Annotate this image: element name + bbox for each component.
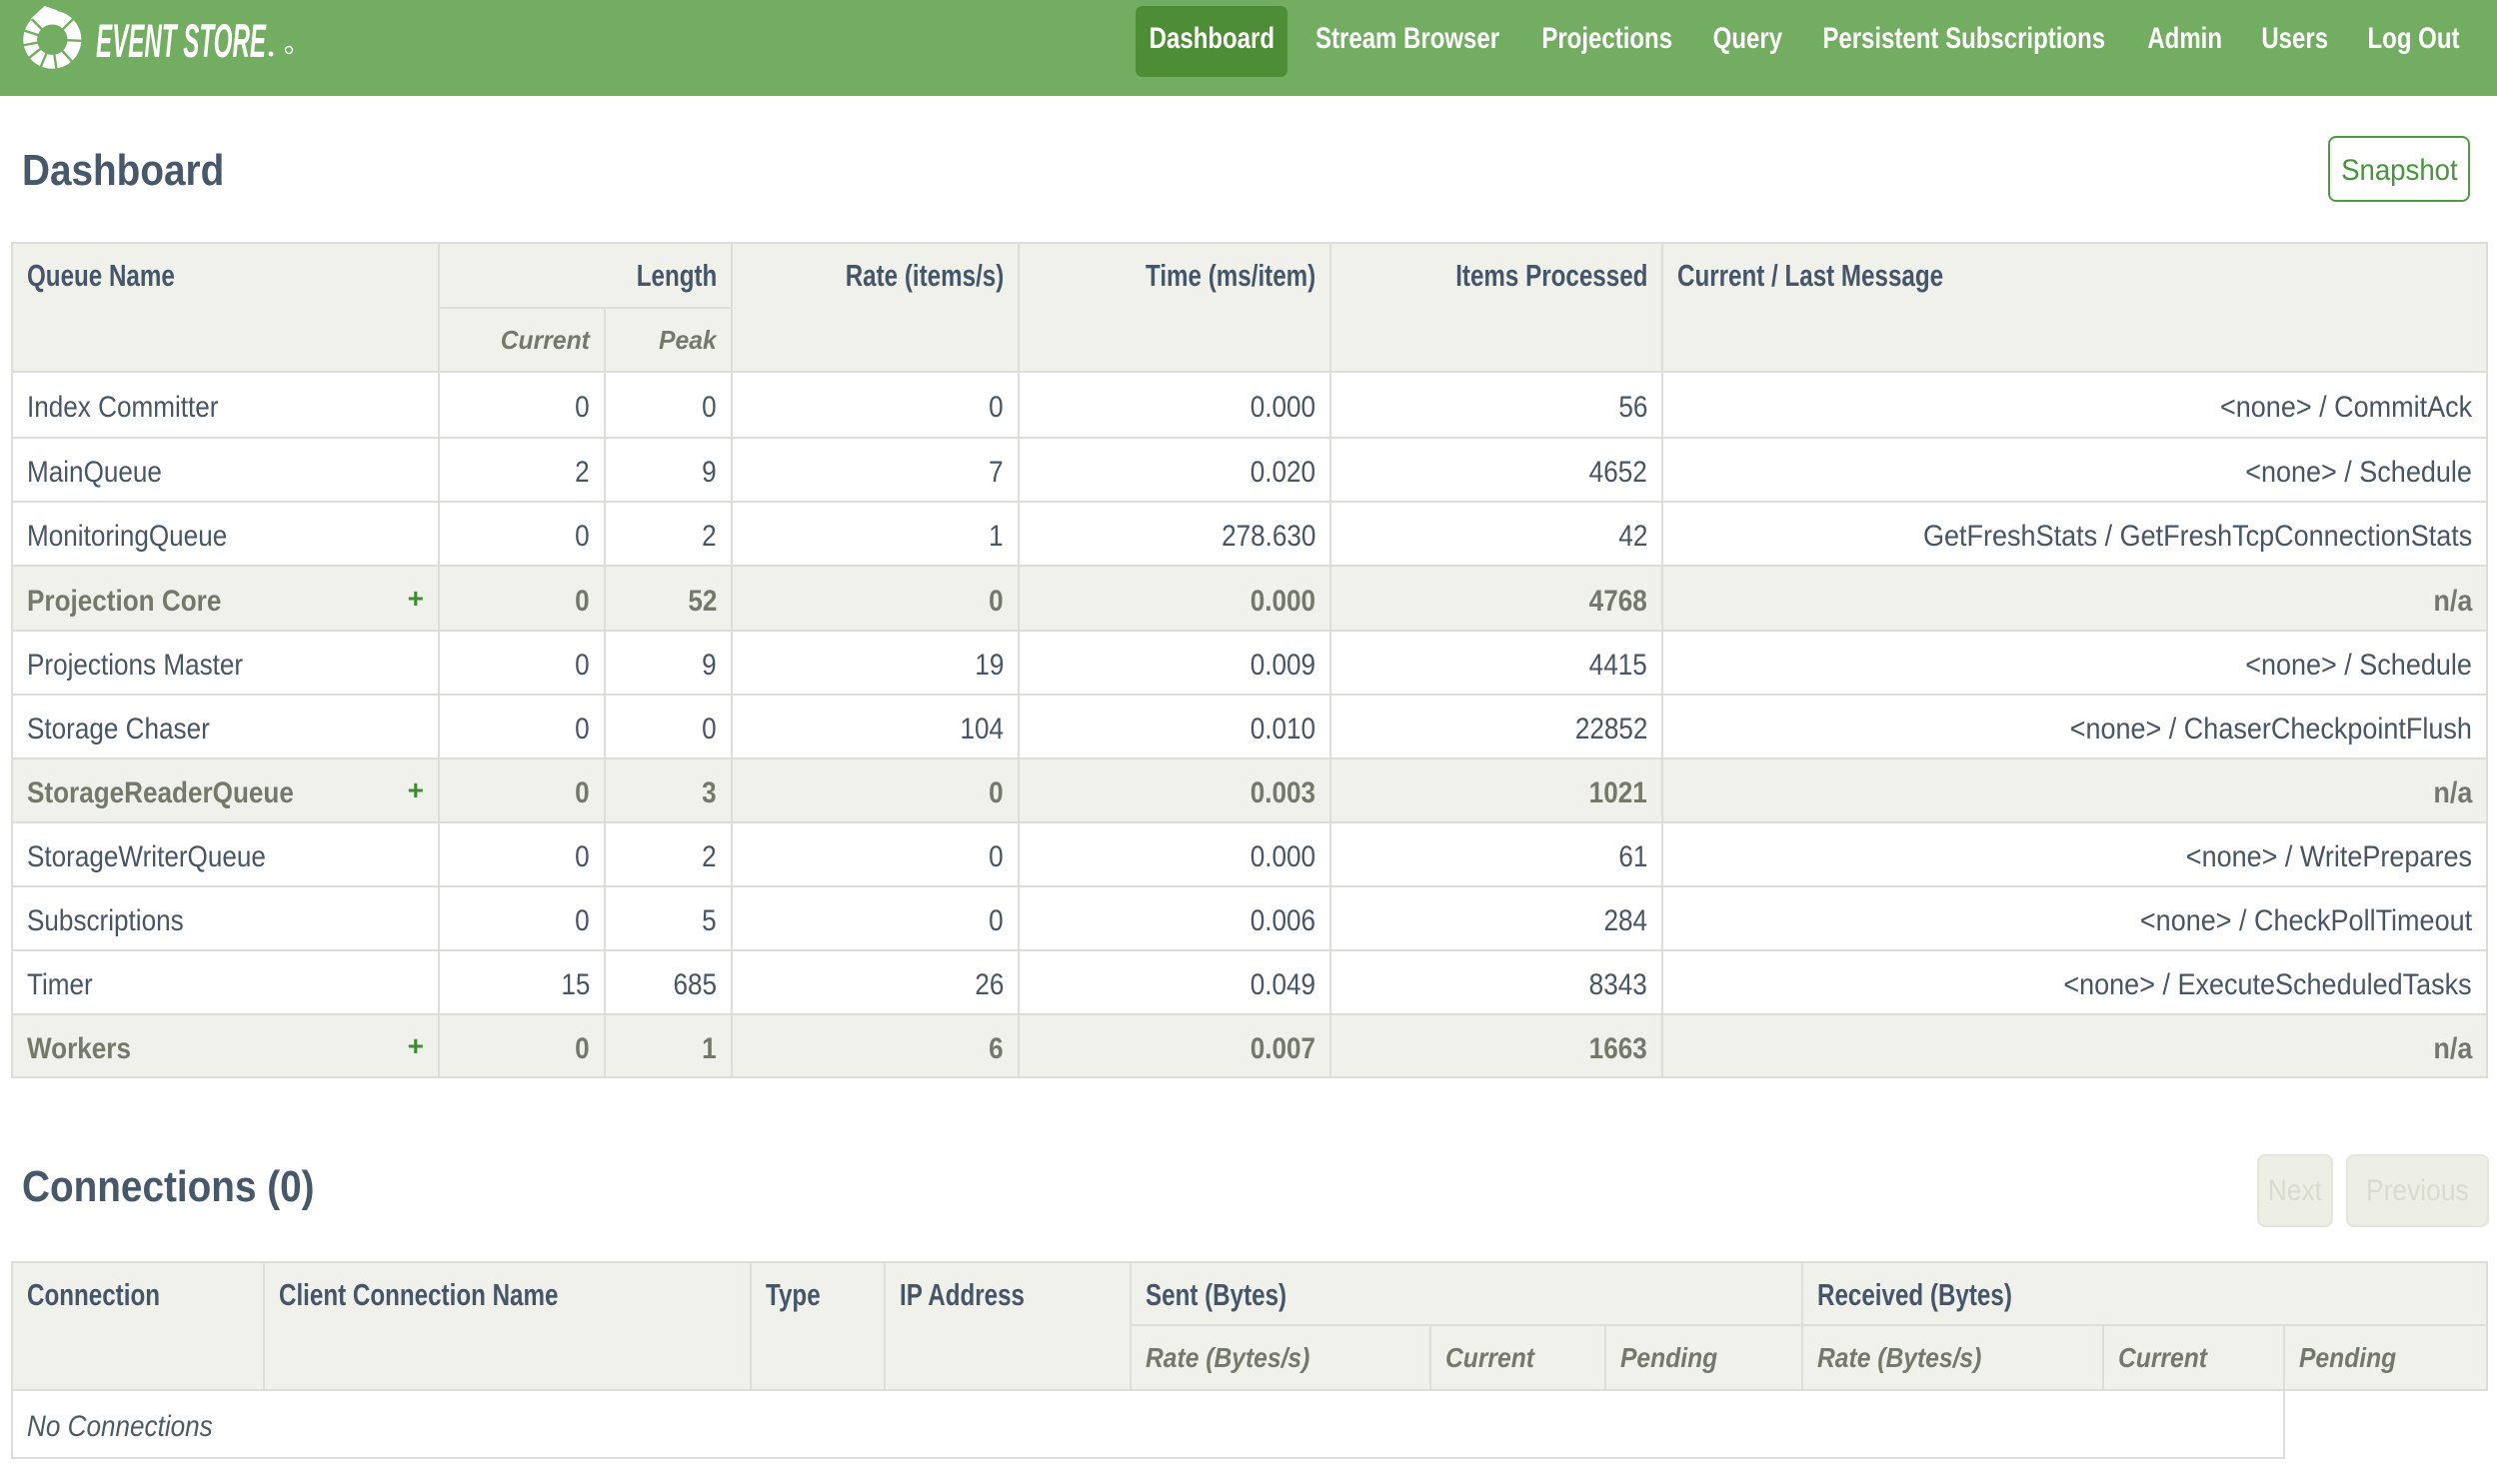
svg-text:EVENT STORE: EVENT STORE — [96, 14, 267, 67]
